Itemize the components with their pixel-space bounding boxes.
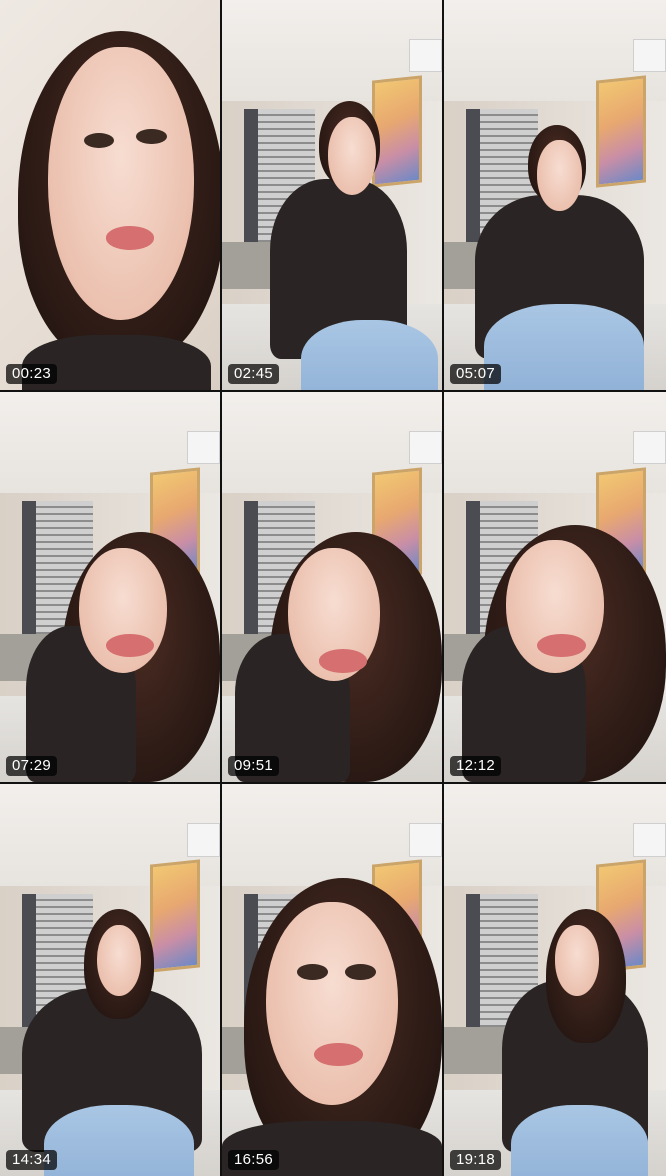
timestamp-label: 12:12 (450, 756, 502, 776)
timestamp-label: 09:51 (228, 756, 280, 776)
thumbnail-tile[interactable]: 14:34 (0, 784, 220, 1176)
timestamp-label: 02:45 (228, 364, 280, 384)
frame-image (0, 392, 220, 782)
thumbnail-tile[interactable]: 16:56 (222, 784, 442, 1176)
thumbnail-tile[interactable]: 02:45 (222, 0, 442, 390)
timestamp-label: 05:07 (450, 364, 502, 384)
thumbnail-tile[interactable]: 19:18 (444, 784, 666, 1176)
video-thumbnail-grid: 00:23 02:45 05:07 07:29 09:51 12:12 14:3… (0, 0, 666, 1176)
frame-image (222, 392, 442, 782)
thumbnail-tile[interactable]: 09:51 (222, 392, 442, 782)
thumbnail-tile[interactable]: 07:29 (0, 392, 220, 782)
thumbnail-tile[interactable]: 12:12 (444, 392, 666, 782)
thumbnail-tile[interactable]: 05:07 (444, 0, 666, 390)
timestamp-label: 16:56 (228, 1150, 280, 1170)
frame-image (0, 0, 220, 390)
frame-image (444, 0, 666, 390)
frame-image (222, 0, 442, 390)
frame-image (0, 784, 220, 1176)
frame-image (222, 784, 442, 1176)
timestamp-label: 19:18 (450, 1150, 502, 1170)
thumbnail-tile[interactable]: 00:23 (0, 0, 220, 390)
frame-image (444, 392, 666, 782)
frame-image (444, 784, 666, 1176)
timestamp-label: 00:23 (6, 364, 58, 384)
timestamp-label: 07:29 (6, 756, 58, 776)
timestamp-label: 14:34 (6, 1150, 58, 1170)
